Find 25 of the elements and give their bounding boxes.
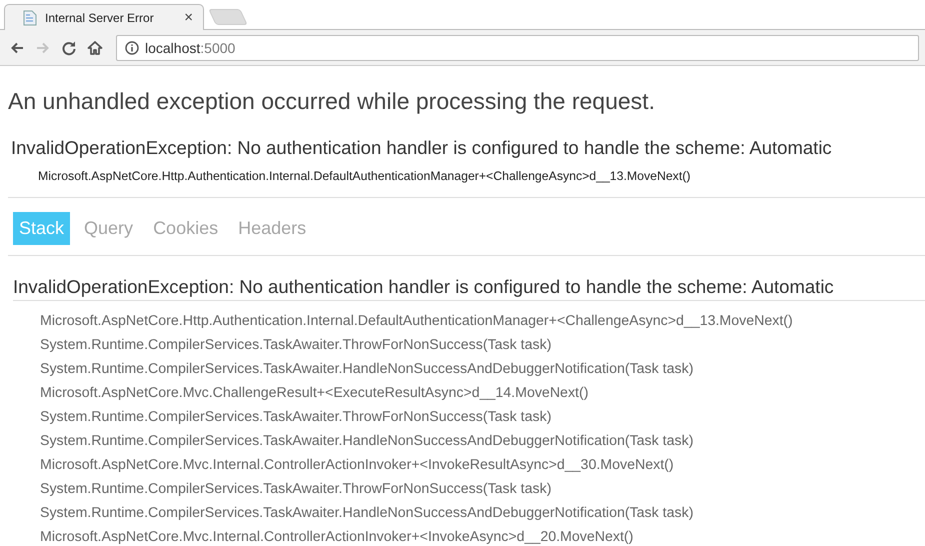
tab[interactable]: Headers (232, 212, 312, 245)
stack-frame: Microsoft.AspNetCore.Http.Authentication.Internal.DefaultAuthenticationManager+<ChallengeAsync>d__13.MoveNext() (40, 309, 793, 333)
stack-frame: System.Runtime.CompilerServices.TaskAwaiter.HandleNonSuccessAndDebuggerNotification(Task task) (40, 357, 694, 381)
stack-exception-message: InvalidOperationException: No authentication handler is configured to handle the scheme: Automatic (13, 276, 925, 301)
stack-frame: Microsoft.AspNetCore.Mvc.Internal.ControllerActionInvoker+<InvokeResultAsync>d__30.MoveNext() (40, 453, 674, 477)
home-icon (87, 40, 103, 56)
page-icon (23, 10, 37, 26)
stack-frame: Microsoft.AspNetCore.Mvc.ChallengeResult+<ExecuteResultAsync>d__14.MoveNext() (40, 381, 588, 405)
tab[interactable]: Cookies (147, 212, 224, 245)
browser-tab[interactable]: Internal Server Error × (4, 4, 204, 30)
tab[interactable]: Stack (13, 212, 70, 245)
close-tab-button[interactable]: × (182, 9, 195, 26)
stack-frame: System.Runtime.CompilerServices.TaskAwaiter.ThrowForNonSuccess(Task task) (40, 333, 552, 357)
reload-icon (61, 40, 77, 56)
tab[interactable]: Query (78, 212, 140, 245)
error-heading: An unhandled exception occurred while processing the request. (8, 88, 656, 115)
stack-frame: System.Runtime.CompilerServices.TaskAwaiter.ThrowForNonSuccess(Task task) (40, 477, 552, 501)
info-icon (125, 40, 139, 54)
stack-frame: System.Runtime.CompilerServices.TaskAwaiter.HandleNonSuccessAndDebuggerNotification(Task task) (40, 429, 694, 453)
exception-message: InvalidOperationException: No authentication handler is configured to handle the scheme: Automatic (11, 137, 833, 159)
stack-frame: System.Runtime.CompilerServices.TaskAwaiter.HandleNonSuccessAndDebuggerNotification(Task task) (40, 501, 694, 525)
stack-frame: Microsoft.AspNetCore.Mvc.Internal.ControllerActionInvoker+<InvokeAsync>d__20.MoveNext() (40, 525, 634, 546)
address-field[interactable]: localhost:5000 (116, 34, 919, 60)
exception-location: Microsoft.AspNetCore.Http.Authentication.Internal.DefaultAuthenticationManager+<ChallengeAsync>d__13.MoveNext() (38, 169, 692, 183)
stack-frame: System.Runtime.CompilerServices.TaskAwaiter.ThrowForNonSuccess(Task task) (40, 405, 552, 429)
